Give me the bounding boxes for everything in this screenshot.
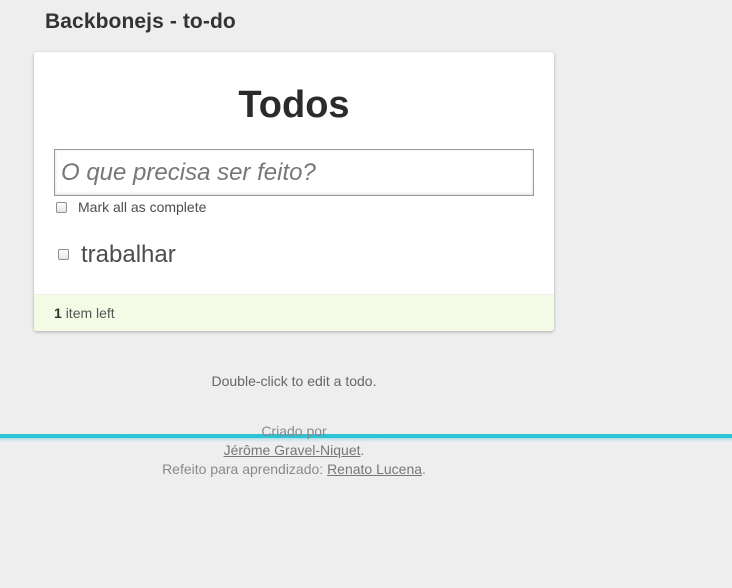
edit-hint: Double-click to edit a todo. bbox=[211, 373, 377, 389]
credits-author-line: Jérôme Gravel-Niquet. bbox=[34, 441, 554, 460]
author-link[interactable]: Jérôme Gravel-Niquet bbox=[224, 442, 361, 458]
toggle-all-label[interactable]: Mark all as complete bbox=[78, 199, 206, 215]
todo-count-suffix: item left bbox=[65, 305, 115, 321]
todo-toggle-checkbox[interactable] bbox=[58, 249, 69, 260]
credits-remade-line: Refeito para aprendizado: Renato Lucena. bbox=[34, 460, 554, 479]
remade-author-link[interactable]: Renato Lucena bbox=[327, 461, 422, 477]
todo-count: 1 item left bbox=[54, 305, 115, 321]
todo-count-number: 1 bbox=[54, 305, 62, 321]
todo-label[interactable]: trabalhar bbox=[81, 241, 176, 269]
todo-footer: 1 item left bbox=[34, 294, 554, 331]
author-suffix: . bbox=[360, 442, 365, 458]
app-title: Todos bbox=[238, 84, 350, 126]
toggle-all-row: Mark all as complete bbox=[56, 198, 206, 216]
remade-prefix: Refeito para aprendizado: bbox=[162, 461, 324, 477]
credits-created-by: Criado por bbox=[261, 423, 327, 439]
remade-suffix: . bbox=[422, 461, 426, 477]
todo-app-panel: Todos Mark all as complete trabalhar 1 i… bbox=[34, 52, 554, 331]
todo-list-item[interactable]: trabalhar bbox=[56, 241, 526, 269]
page-title: Backbonejs - to-do bbox=[45, 10, 236, 33]
toggle-all-checkbox[interactable] bbox=[56, 201, 67, 213]
new-todo-input[interactable] bbox=[54, 149, 534, 196]
credits: Criado por Jérôme Gravel-Niquet. Refeito… bbox=[34, 422, 554, 479]
